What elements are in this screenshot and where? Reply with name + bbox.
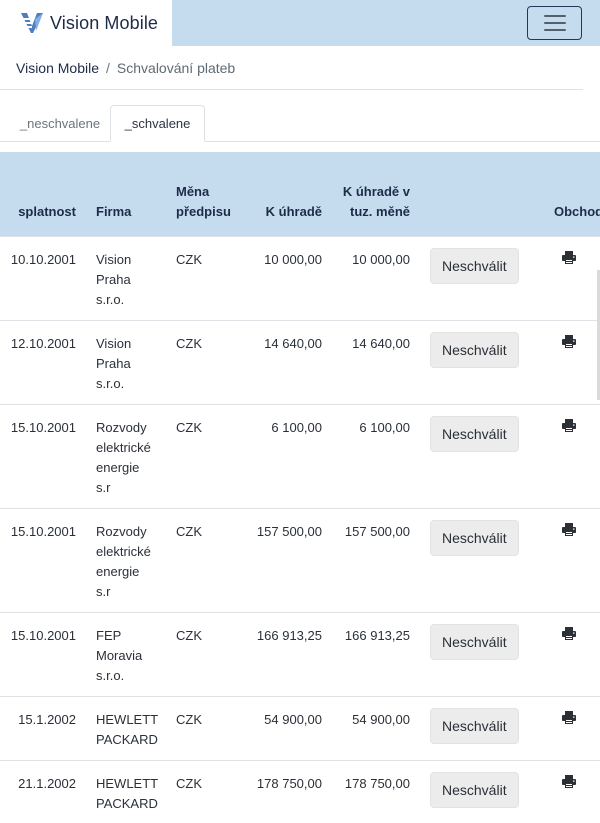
cell-splatnost: 15.10.2001 bbox=[0, 403, 86, 508]
table-row: 15.10.2001 Rozvody elektrické energie s.… bbox=[0, 507, 600, 612]
brand-link[interactable]: Vision Mobile bbox=[0, 0, 172, 46]
cell-action: Neschválit bbox=[420, 403, 544, 508]
neschvalit-button[interactable]: Neschválit bbox=[430, 415, 519, 452]
cell-firma: Vision Praha s.r.o. bbox=[86, 319, 166, 404]
neschvalit-button[interactable]: Neschválit bbox=[430, 771, 519, 808]
header-firma[interactable]: Firma bbox=[86, 152, 166, 236]
header-obchod[interactable]: Obchod bbox=[544, 152, 600, 236]
hamburger-icon bbox=[543, 15, 566, 17]
cell-mena: CZK bbox=[166, 235, 244, 320]
cell-obchod bbox=[544, 319, 600, 404]
tab-neschvalene[interactable]: _neschvalene bbox=[0, 105, 110, 142]
cell-k-uhrade: 6 100,00 bbox=[244, 403, 332, 508]
cell-k-uhrade: 14 640,00 bbox=[244, 319, 332, 404]
cell-k-uhrade-tuz: 6 100,00 bbox=[332, 403, 420, 508]
cell-action: Neschválit bbox=[420, 695, 544, 760]
cell-mena: CZK bbox=[166, 319, 244, 404]
print-icon[interactable] bbox=[562, 250, 576, 264]
breadcrumb-divider bbox=[0, 89, 583, 90]
neschvalit-button[interactable]: Neschválit bbox=[430, 707, 519, 744]
header-mena[interactable]: Měna předpisu bbox=[166, 152, 244, 236]
breadcrumb-separator: / bbox=[106, 60, 110, 76]
payments-table-container: splatnost Firma Měna předpisu K úhradě K… bbox=[0, 152, 600, 823]
table-row: 15.10.2001 Rozvody elektrické energie s.… bbox=[0, 403, 600, 508]
cell-action: Neschválit bbox=[420, 319, 544, 404]
cell-k-uhrade-tuz: 157 500,00 bbox=[332, 507, 420, 612]
hamburger-icon bbox=[543, 29, 566, 31]
cell-k-uhrade-tuz: 178 750,00 bbox=[332, 759, 420, 823]
cell-obchod bbox=[544, 403, 600, 508]
cell-action: Neschválit bbox=[420, 235, 544, 320]
cell-splatnost: 15.10.2001 bbox=[0, 507, 86, 612]
cell-firma: FEP Moravia s.r.o. bbox=[86, 611, 166, 696]
cell-k-uhrade: 157 500,00 bbox=[244, 507, 332, 612]
cell-action: Neschválit bbox=[420, 507, 544, 612]
table-row: 10.10.2001 Vision Praha s.r.o. CZK 10 00… bbox=[0, 235, 600, 320]
payments-table: splatnost Firma Měna předpisu K úhradě K… bbox=[0, 152, 600, 823]
breadcrumb-current: Schvalování plateb bbox=[116, 60, 236, 76]
cell-firma: Rozvody elektrické energie s.r bbox=[86, 403, 166, 508]
cell-splatnost: 12.10.2001 bbox=[0, 319, 86, 404]
cell-k-uhrade: 54 900,00 bbox=[244, 695, 332, 760]
print-icon[interactable] bbox=[562, 774, 576, 788]
cell-obchod bbox=[544, 235, 600, 320]
cell-k-uhrade-tuz: 14 640,00 bbox=[332, 319, 420, 404]
neschvalit-button[interactable]: Neschválit bbox=[430, 519, 519, 556]
cell-k-uhrade-tuz: 10 000,00 bbox=[332, 235, 420, 320]
table-row: 15.10.2001 FEP Moravia s.r.o. CZK 166 91… bbox=[0, 611, 600, 696]
print-icon[interactable] bbox=[562, 522, 576, 536]
cell-k-uhrade: 10 000,00 bbox=[244, 235, 332, 320]
cell-firma: Vision Praha s.r.o. bbox=[86, 235, 166, 320]
table-row: 21.1.2002 HEWLETT PACKARD CZK 178 750,00… bbox=[0, 759, 600, 823]
print-icon[interactable] bbox=[562, 710, 576, 724]
hamburger-icon bbox=[543, 22, 566, 24]
neschvalit-button[interactable]: Neschválit bbox=[430, 247, 519, 284]
neschvalit-button[interactable]: Neschválit bbox=[430, 331, 519, 368]
table-row: 12.10.2001 Vision Praha s.r.o. CZK 14 64… bbox=[0, 319, 600, 404]
cell-obchod bbox=[544, 507, 600, 612]
neschvalit-button[interactable]: Neschválit bbox=[430, 623, 519, 660]
print-icon[interactable] bbox=[562, 626, 576, 640]
cell-splatnost: 21.1.2002 bbox=[0, 759, 86, 823]
cell-k-uhrade: 178 750,00 bbox=[244, 759, 332, 823]
cell-action: Neschválit bbox=[420, 759, 544, 823]
breadcrumb: Vision Mobile / Schvalování plateb bbox=[16, 60, 235, 76]
cell-k-uhrade-tuz: 54 900,00 bbox=[332, 695, 420, 760]
cell-obchod bbox=[544, 611, 600, 696]
cell-mena: CZK bbox=[166, 507, 244, 612]
header-k-uhrade-tuz[interactable]: K úhradě v tuz. měně bbox=[332, 152, 420, 236]
cell-firma: HEWLETT PACKARD bbox=[86, 759, 166, 823]
cell-obchod bbox=[544, 759, 600, 823]
cell-k-uhrade-tuz: 166 913,25 bbox=[332, 611, 420, 696]
brand-name: Vision Mobile bbox=[50, 12, 159, 33]
table-header-row: splatnost Firma Měna předpisu K úhradě K… bbox=[0, 152, 600, 236]
header-action bbox=[420, 152, 544, 236]
vision-v-logo-icon bbox=[21, 13, 43, 33]
cell-splatnost: 15.10.2001 bbox=[0, 611, 86, 696]
navbar: Vision Mobile bbox=[0, 0, 600, 46]
cell-action: Neschválit bbox=[420, 611, 544, 696]
cell-mena: CZK bbox=[166, 695, 244, 760]
print-icon[interactable] bbox=[562, 418, 576, 432]
cell-firma: HEWLETT PACKARD bbox=[86, 695, 166, 760]
cell-k-uhrade: 166 913,25 bbox=[244, 611, 332, 696]
cell-splatnost: 15.1.2002 bbox=[0, 695, 86, 760]
table-row: 15.1.2002 HEWLETT PACKARD CZK 54 900,00 … bbox=[0, 695, 600, 760]
cell-mena: CZK bbox=[166, 403, 244, 508]
breadcrumb-home-link[interactable]: Vision Mobile bbox=[16, 60, 99, 76]
menu-toggle-button[interactable] bbox=[527, 6, 582, 40]
header-k-uhrade[interactable]: K úhradě bbox=[244, 152, 332, 236]
cell-obchod bbox=[544, 695, 600, 760]
tab-schvalene[interactable]: _schvalene bbox=[110, 105, 205, 142]
cell-mena: CZK bbox=[166, 611, 244, 696]
cell-mena: CZK bbox=[166, 759, 244, 823]
print-icon[interactable] bbox=[562, 334, 576, 348]
cell-firma: Rozvody elektrické energie s.r bbox=[86, 507, 166, 612]
header-splatnost[interactable]: splatnost bbox=[0, 152, 86, 236]
cell-splatnost: 10.10.2001 bbox=[0, 235, 86, 320]
